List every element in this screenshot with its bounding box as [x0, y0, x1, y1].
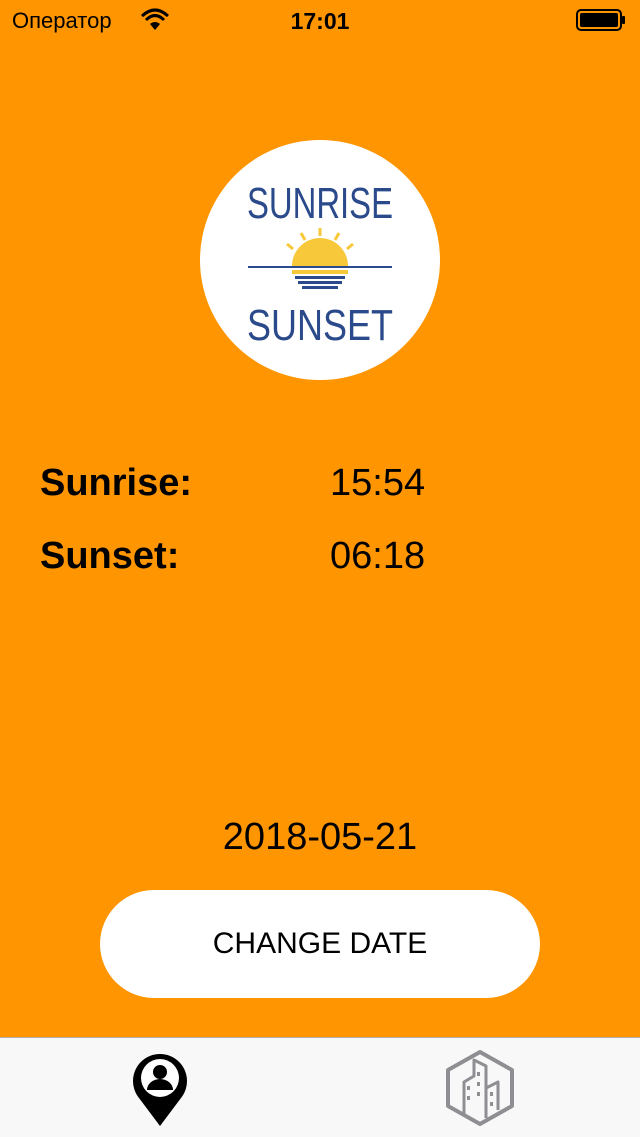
change-date-button[interactable]: CHANGE DATE — [100, 890, 540, 998]
city-buildings-icon — [446, 1049, 514, 1126]
app-logo: SUNRISE SUNSET — [200, 140, 440, 380]
sunrise-label: Sunrise: — [40, 462, 193, 504]
battery-icon — [576, 9, 625, 31]
status-clock: 17:01 — [290, 8, 350, 34]
tab-city[interactable] — [320, 1038, 640, 1137]
sunset-label: Sunset: — [40, 535, 180, 577]
logo-text-sunset: SUNSET — [247, 301, 393, 350]
sun-icon — [286, 228, 354, 289]
sunset-time: 06:18 — [330, 535, 426, 577]
logo-text-sunrise: SUNRISE — [247, 179, 393, 228]
tab-location[interactable] — [0, 1038, 320, 1137]
tab-bar — [0, 1037, 640, 1137]
status-bar: Оператор 17:01 — [0, 0, 640, 40]
selected-date: 2018-05-21 — [222, 816, 418, 858]
sunrise-time: 15:54 — [330, 462, 426, 504]
location-pin-icon — [133, 1053, 187, 1126]
